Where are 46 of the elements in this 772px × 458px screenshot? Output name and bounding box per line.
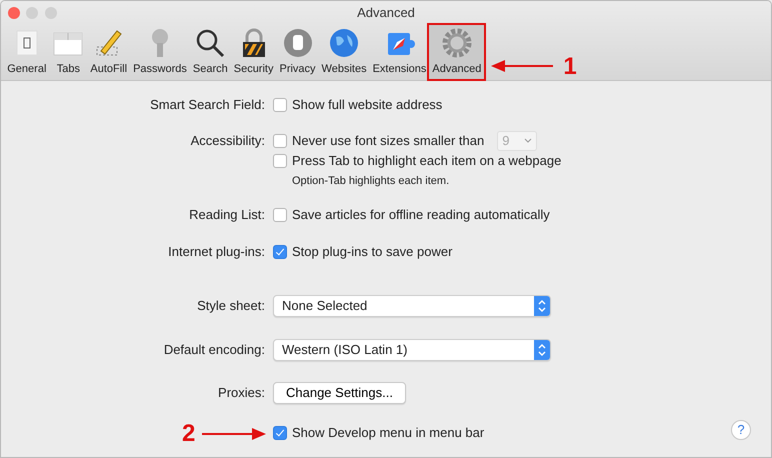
checkbox[interactable] xyxy=(273,426,287,440)
callout-number: 2 xyxy=(182,422,196,446)
window-title: Advanced xyxy=(357,4,415,22)
toolbar-tab[interactable]: Passwords xyxy=(130,25,190,79)
gear-icon xyxy=(440,27,473,59)
setting-label: Smart Search Field: xyxy=(150,97,265,112)
toolbar-tab[interactable]: Tabs xyxy=(49,25,88,79)
checkbox-label: Never use font sizes smaller than xyxy=(292,132,484,150)
toolbar-tab[interactable]: Security xyxy=(230,25,276,79)
dropdown[interactable]: Western (ISO Latin 1) xyxy=(273,339,551,361)
checkbox-label: Show full website address xyxy=(292,96,442,114)
help-button[interactable]: ? xyxy=(731,420,751,440)
arrow xyxy=(202,428,266,440)
callout-number: 1 xyxy=(563,55,577,79)
hint-text: Option-Tab highlights each item. xyxy=(291,174,450,189)
toolbar-tab[interactable]: Privacy xyxy=(276,25,319,79)
setting-label: Accessibility: xyxy=(190,133,265,148)
globe-icon xyxy=(328,27,360,59)
setting-label: Default encoding: xyxy=(164,342,265,357)
checkbox[interactable] xyxy=(273,154,287,168)
toolbar-tab[interactable]: Advanced xyxy=(429,25,484,79)
checkbox-label: Stop plug-ins to save power xyxy=(292,243,452,262)
checkbox[interactable] xyxy=(273,134,287,148)
checkbox[interactable] xyxy=(273,98,287,112)
arrow xyxy=(491,60,554,72)
window-button[interactable] xyxy=(26,7,38,19)
setting-label: Style sheet: xyxy=(197,298,265,313)
setting-label: Reading List: xyxy=(189,207,265,222)
close-button[interactable] xyxy=(8,7,20,19)
checkbox-label: Save articles for offline reading automatically xyxy=(292,206,550,224)
font-size-dropdown: 9 xyxy=(497,131,538,151)
toolbar-tab[interactable]: General xyxy=(4,25,50,79)
setting-label: Internet plug-ins: xyxy=(168,244,265,259)
checkbox[interactable] xyxy=(273,208,287,222)
toolbar-tab[interactable]: Websites xyxy=(318,25,370,79)
toolbar-tab[interactable]: Search xyxy=(190,25,231,79)
checkbox-label: Press Tab to highlight each item on a webpage xyxy=(292,152,562,170)
search-icon xyxy=(194,27,226,59)
toolbar-tab[interactable]: AutoFill xyxy=(87,25,130,79)
dropdown[interactable]: None Selected xyxy=(273,295,551,317)
change-settings-button[interactable]: Change Settings... xyxy=(273,382,406,404)
window-button[interactable] xyxy=(44,7,56,19)
checkbox-label: Show Develop menu in menu bar xyxy=(292,424,484,442)
setting-label: Proxies: xyxy=(218,385,265,400)
chevron-icon xyxy=(524,138,532,144)
checkbox[interactable] xyxy=(273,245,287,259)
